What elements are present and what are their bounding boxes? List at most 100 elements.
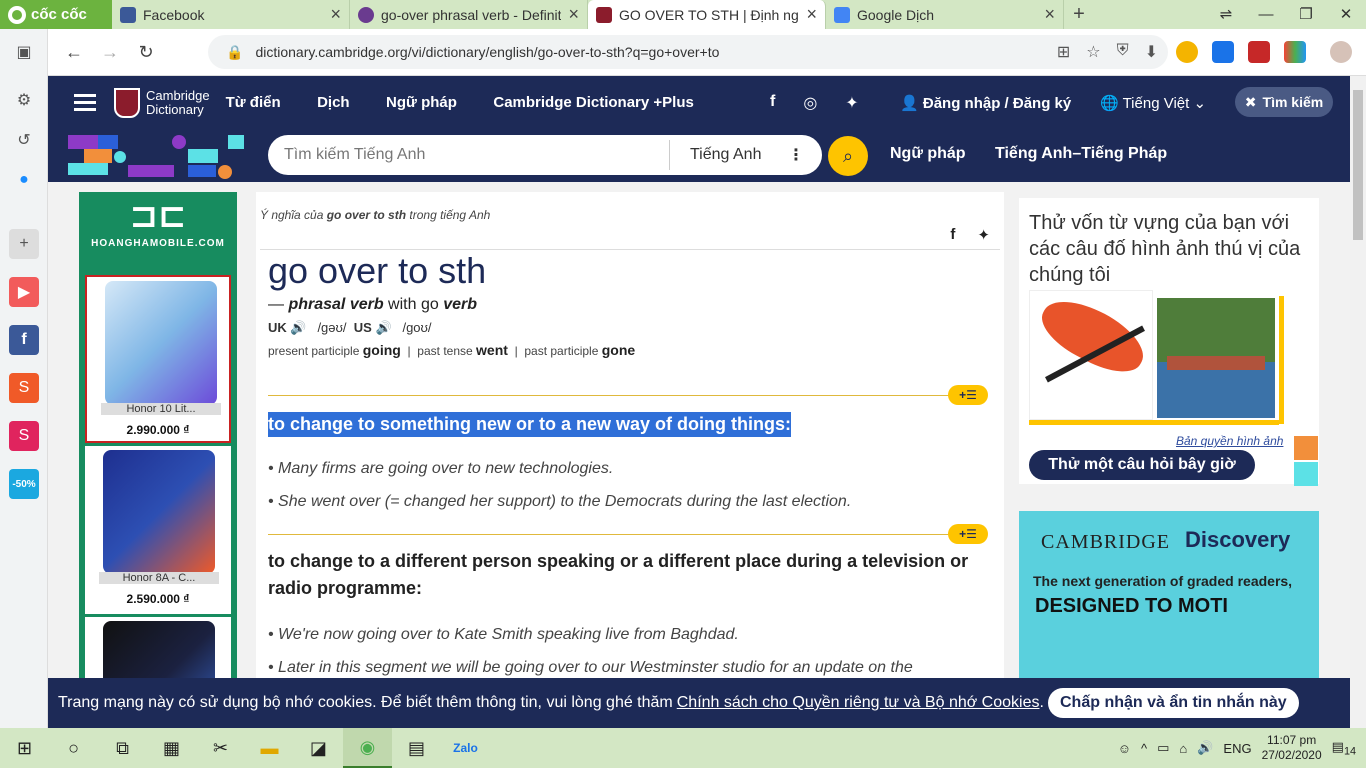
more-options-icon[interactable]: ⋮ [788, 145, 804, 165]
share-buttons: f ✦ [950, 226, 990, 244]
share-twitter-icon[interactable]: ✦ [977, 226, 990, 244]
instagram-icon[interactable]: ◎ [803, 93, 817, 113]
decorative-square [1294, 436, 1318, 460]
cambridge-favicon-icon [596, 6, 612, 23]
search-input[interactable]: Tìm kiếm Tiếng Anh [268, 146, 669, 164]
quiz-widget: Thử vốn từ vựng của bạn với các câu đố h… [1019, 198, 1319, 484]
tab-close-icon[interactable]: × [330, 4, 341, 25]
scrollbar-thumb[interactable] [1353, 90, 1363, 240]
reload-icon[interactable]: ↻ [128, 42, 164, 63]
twitter-icon[interactable]: ✦ [845, 93, 858, 113]
tab-close-icon[interactable]: × [806, 4, 817, 25]
search-button[interactable]: ⌕ [828, 136, 868, 176]
input-language[interactable]: ENG [1223, 741, 1251, 756]
ad-product[interactable]: Honor 10 Lit... 2.990.000 ₫ [85, 275, 231, 443]
tab-close-icon[interactable]: × [568, 4, 579, 25]
battery-icon[interactable]: ▭ [1157, 740, 1169, 756]
sendo-icon[interactable]: S [9, 421, 39, 451]
clock[interactable]: 11:07 pm 27/02/2020 [1262, 733, 1322, 763]
share-facebook-icon[interactable]: f [950, 226, 955, 244]
ad-domain: HOANGHAMOBILE.COM [91, 238, 225, 249]
us-audio-speaker-icon[interactable]: 🔊 [375, 320, 391, 335]
try-quiz-button[interactable]: Thử một câu hỏi bây giờ [1029, 450, 1255, 480]
new-tab-button[interactable]: + [1064, 3, 1094, 26]
restore-button[interactable]: ❐ [1286, 0, 1326, 29]
english-french-link[interactable]: Tiếng Anh–Tiếng Pháp [995, 145, 1167, 163]
network-icon[interactable]: ⌂ [1179, 741, 1187, 756]
facebook-icon[interactable]: f [9, 325, 39, 355]
dictionary-selector[interactable]: Tiếng Anh [670, 146, 788, 164]
add-shortcut-icon[interactable]: + [9, 229, 39, 259]
close-search-label: Tìm kiếm [1262, 94, 1324, 110]
volume-icon[interactable]: 🔊 [1197, 740, 1213, 756]
search-circle-icon[interactable]: ○ [49, 728, 98, 768]
left-advertisement[interactable]: ⊐⊏ HOANGHAMOBILE.COM Honor 10 Lit... 2.9… [79, 192, 237, 728]
app-sticky-icon[interactable]: ◪ [294, 728, 343, 768]
extension-chrome-icon[interactable] [1176, 41, 1198, 63]
menu-grammar[interactable]: Ngữ pháp [386, 94, 457, 111]
menu-translate[interactable]: Dịch [317, 94, 350, 111]
extension-red-icon[interactable] [1248, 41, 1270, 63]
app-tool-icon[interactable]: ▤ [392, 728, 441, 768]
add-to-wordlist-button[interactable]: +☰ [948, 524, 988, 544]
login-link[interactable]: 👤 Đăng nhập / Đăng ký [900, 94, 1071, 112]
tab-search-icon[interactable]: ⇌ [1206, 0, 1246, 29]
task-view-icon[interactable]: ⧉ [98, 728, 147, 768]
extension-new-icon[interactable] [1212, 41, 1234, 63]
shopee-icon[interactable]: S [9, 373, 39, 403]
page-scrollbar[interactable] [1350, 76, 1366, 728]
youtube-icon[interactable]: ▶ [9, 277, 39, 307]
tiki-icon[interactable]: -50% [9, 469, 39, 499]
coccoc-browser-icon[interactable]: ◉ [343, 728, 392, 768]
url-field[interactable]: 🔒 dictionary.cambridge.org/vi/dictionary… [208, 35, 1168, 69]
close-icon: ✖ [1244, 93, 1257, 110]
kayak-image[interactable] [1029, 288, 1154, 420]
app-snipping-icon[interactable]: ✂ [196, 728, 245, 768]
close-window-button[interactable]: ✕ [1326, 0, 1366, 29]
hamburger-menu-icon[interactable] [74, 90, 96, 115]
messenger-icon[interactable]: ● [9, 165, 39, 195]
extension-color-icon[interactable] [1284, 41, 1306, 63]
zalo-icon[interactable]: Zalo [441, 728, 490, 768]
facebook-icon[interactable]: f [770, 93, 775, 113]
language-label: Tiếng Việt [1122, 94, 1190, 112]
cookie-policy-link[interactable]: Chính sách cho Quyền riêng tư và Bộ nhớ … [677, 694, 1040, 712]
minimize-button[interactable]: — [1246, 0, 1286, 29]
barge-image[interactable] [1157, 298, 1275, 418]
close-search-button[interactable]: ✖ Tìm kiếm [1235, 87, 1333, 117]
app-paint-icon[interactable]: ▦ [147, 728, 196, 768]
profile-avatar[interactable] [1330, 41, 1352, 63]
tab-go-over-definition[interactable]: go-over phrasal verb - Definiti × [350, 0, 588, 29]
tab-google-translate[interactable]: Google Dịch × [826, 0, 1064, 29]
right-advertisement[interactable]: CAMBRIDGE Discovery The next generation … [1019, 511, 1319, 691]
tab-cambridge-active[interactable]: GO OVER TO STH | Định nghĩ × [588, 0, 826, 29]
menu-dictionary[interactable]: Từ điển [226, 94, 281, 111]
tab-facebook[interactable]: Facebook × [112, 0, 350, 29]
shield-icon[interactable]: ⛨ [1117, 42, 1129, 62]
tab-close-icon[interactable]: × [1044, 4, 1055, 25]
hoanghamobile-logo-icon: ⊐⊏ [129, 197, 187, 235]
sidebar-toggle-icon[interactable]: ▣ [9, 37, 39, 67]
file-explorer-icon[interactable]: ▬ [245, 728, 294, 768]
notification-icon[interactable]: ▤14 [1332, 739, 1356, 758]
show-hidden-icon[interactable]: ^ [1141, 741, 1147, 756]
language-selector[interactable]: 🌐 Tiếng Việt ⌄ [1100, 94, 1206, 112]
bookmark-star-icon[interactable]: ☆ [1086, 42, 1100, 62]
menu-plus[interactable]: Cambridge Dictionary +Plus [493, 94, 693, 111]
windows-start-icon[interactable]: ⊞ [0, 728, 49, 768]
image-credits-link[interactable]: Bản quyền hình ảnh [1176, 434, 1283, 448]
ad-product[interactable]: Honor 8A - C... 2.590.000 ₫ [85, 446, 231, 614]
people-icon[interactable]: ☺ [1118, 741, 1131, 756]
history-icon[interactable]: ↺ [9, 125, 39, 155]
cambridge-logo[interactable]: Cambridge Dictionary [114, 87, 210, 118]
download-page-icon[interactable]: ⬇ [1145, 42, 1158, 62]
forward-arrow-icon[interactable]: → [92, 42, 128, 63]
settings-gear-icon[interactable]: ⚙ [9, 85, 39, 115]
accept-cookies-button[interactable]: Chấp nhận và ẩn tin nhắn này [1048, 688, 1299, 718]
coccoc-menu-button[interactable]: cốc cốc [0, 0, 112, 29]
back-arrow-icon[interactable]: ← [56, 42, 92, 63]
translate-icon[interactable]: ⊞ [1057, 42, 1070, 62]
grammar-link[interactable]: Ngữ pháp [890, 145, 966, 163]
uk-audio-speaker-icon[interactable]: 🔊 [290, 320, 306, 335]
add-to-wordlist-button[interactable]: +☰ [948, 385, 988, 405]
